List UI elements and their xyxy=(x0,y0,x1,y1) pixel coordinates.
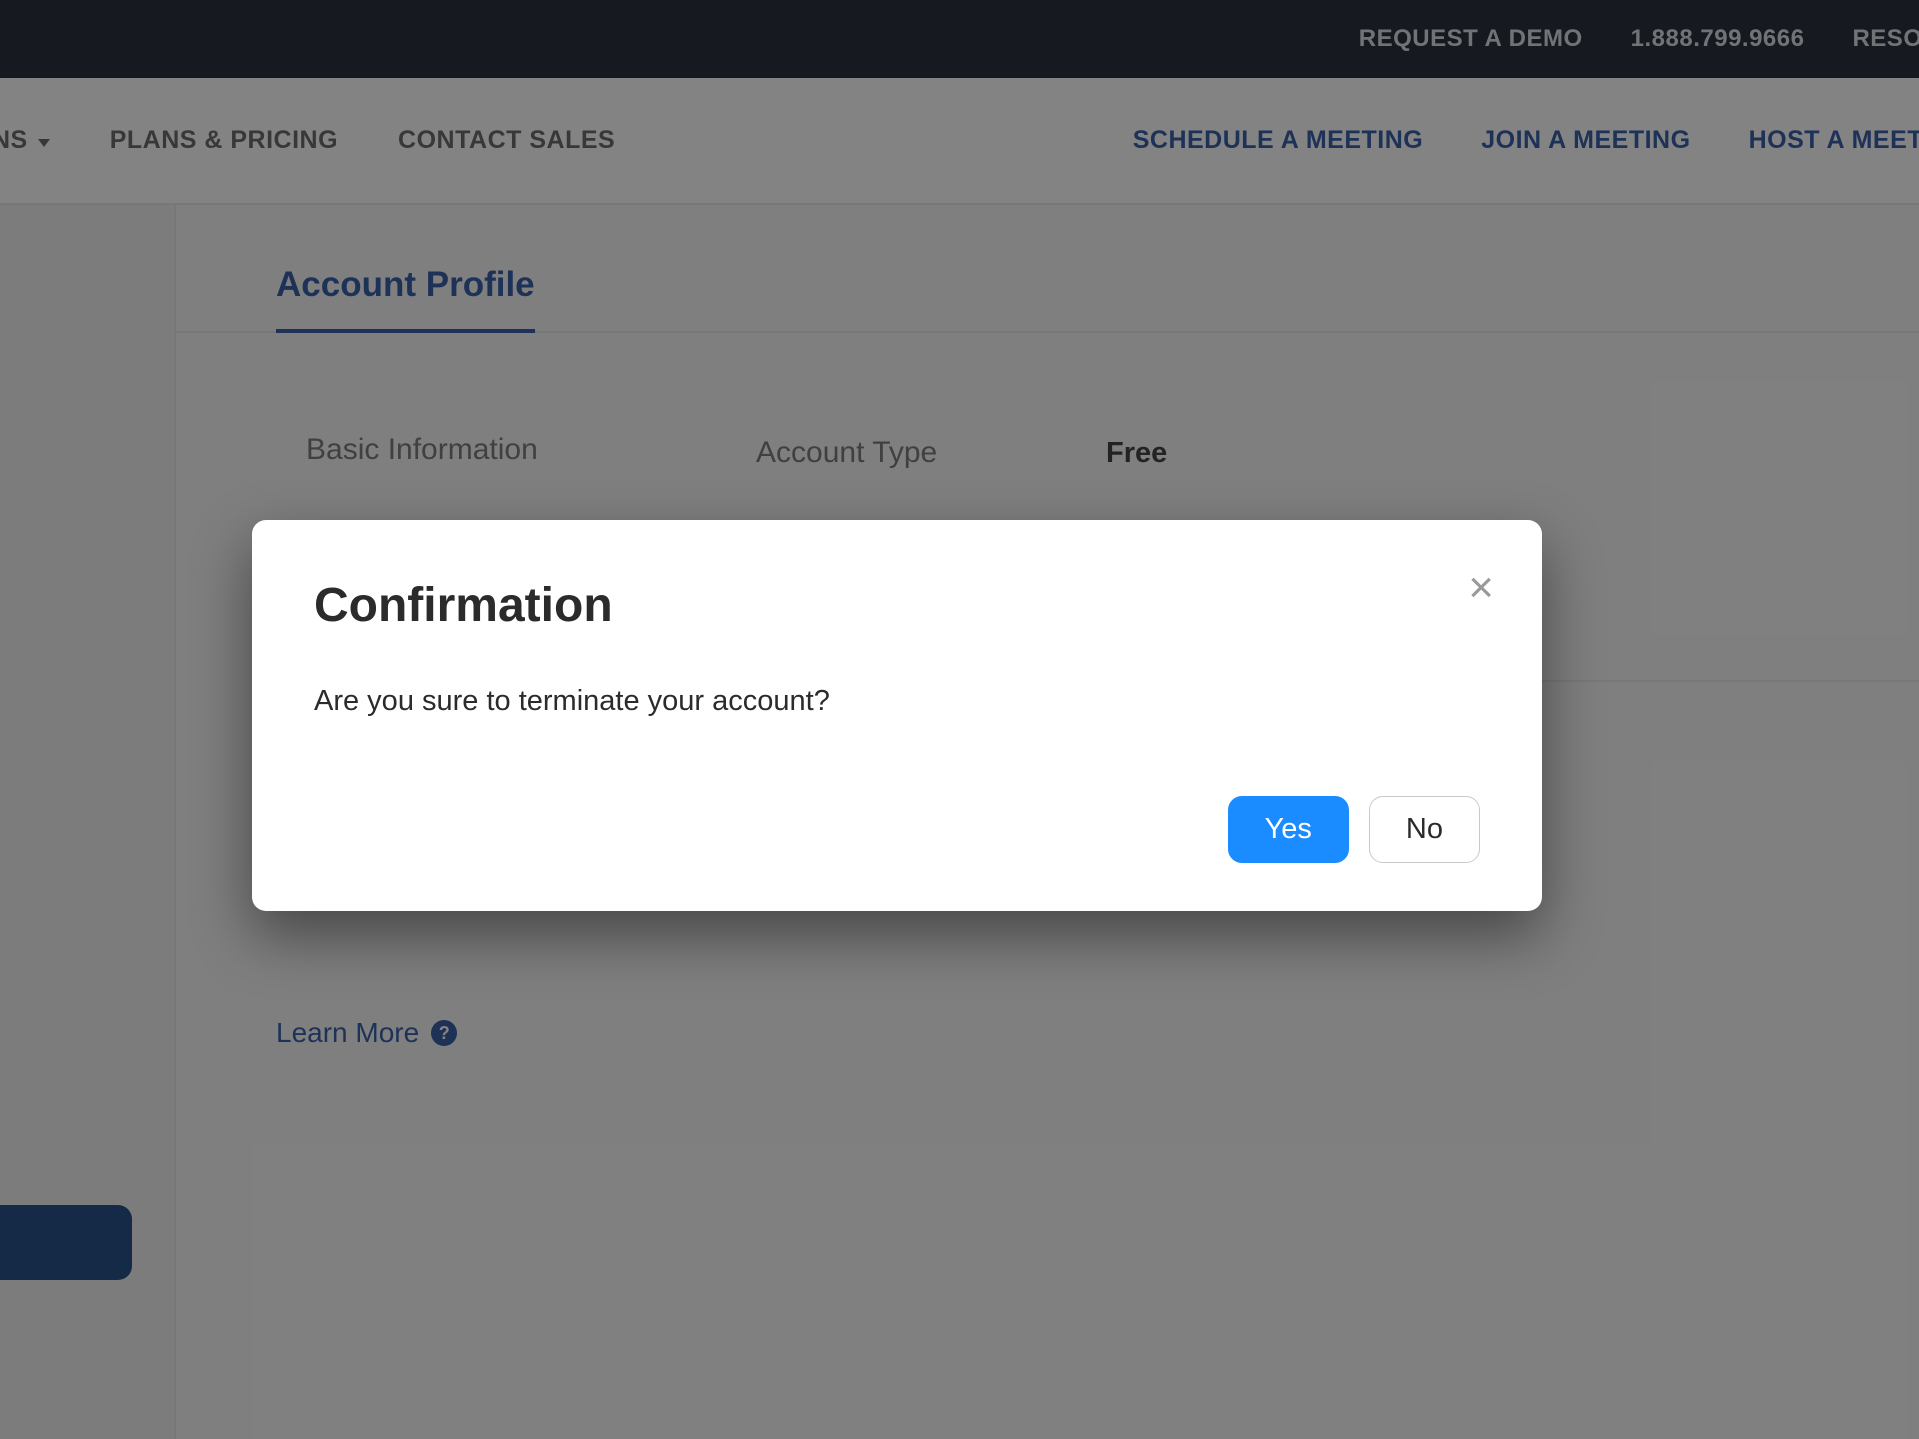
confirmation-modal: × Confirmation Are you sure to terminate… xyxy=(252,520,1542,911)
modal-body-text: Are you sure to terminate your account? xyxy=(314,685,1480,718)
modal-title: Confirmation xyxy=(314,578,1480,633)
modal-overlay[interactable]: × Confirmation Are you sure to terminate… xyxy=(0,0,1919,1439)
no-button[interactable]: No xyxy=(1369,796,1480,863)
yes-button[interactable]: Yes xyxy=(1228,796,1349,863)
modal-footer: Yes No xyxy=(314,796,1480,863)
close-icon[interactable]: × xyxy=(1468,566,1494,610)
